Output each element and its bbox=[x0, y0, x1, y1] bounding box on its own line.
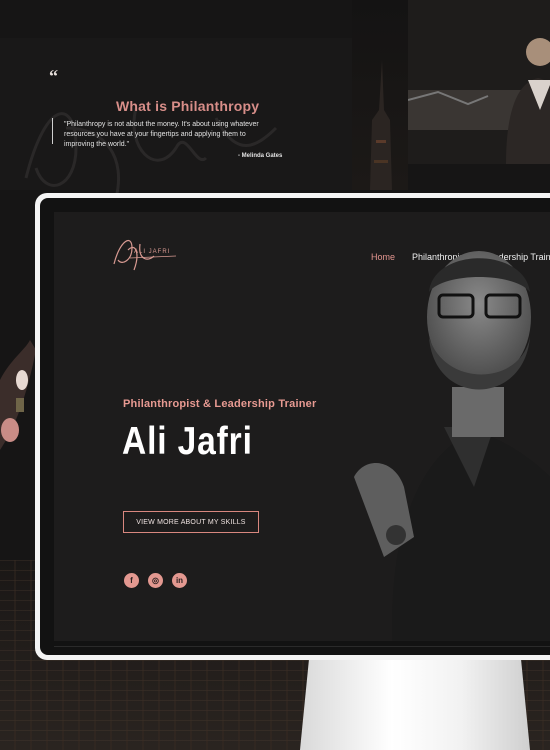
quote-mark: “ bbox=[49, 66, 58, 86]
quote-author: - Melinda Gates bbox=[238, 153, 283, 159]
instagram-icon[interactable]: ◎ bbox=[148, 573, 163, 588]
view-skills-button[interactable]: VIEW MORE ABOUT MY SKILLS bbox=[123, 511, 259, 533]
hero-name: Ali Jafri bbox=[122, 420, 253, 463]
facebook-icon[interactable]: f bbox=[124, 573, 139, 588]
quote-panel bbox=[0, 38, 352, 199]
hero-portrait bbox=[354, 251, 550, 641]
portrait-thumbnail bbox=[408, 0, 550, 164]
website-viewport: Home Philanthropist Leadership Trainer bbox=[54, 212, 550, 641]
quote-title: What is Philanthropy bbox=[116, 98, 260, 114]
social-links: f ◎ in bbox=[124, 573, 187, 588]
monitor-screen: Home Philanthropist Leadership Trainer bbox=[40, 198, 550, 655]
quote-text: "Philanthropy is not about the money. It… bbox=[64, 121, 259, 148]
floral-image bbox=[0, 340, 36, 490]
monitor-stand bbox=[300, 657, 530, 750]
hero-subtitle: Philanthropist & Leadership Trainer bbox=[123, 398, 317, 410]
tower-image bbox=[352, 0, 408, 190]
quote-bar bbox=[52, 118, 53, 144]
monitor-frame: Home Philanthropist Leadership Trainer bbox=[35, 193, 550, 660]
logo-wordmark: ALI JAFRI bbox=[134, 249, 171, 255]
linkedin-icon[interactable]: in bbox=[172, 573, 187, 588]
screen-divider bbox=[54, 646, 550, 647]
mockup-stage: “ What is Philanthropy "Philanthropy is … bbox=[0, 0, 550, 750]
